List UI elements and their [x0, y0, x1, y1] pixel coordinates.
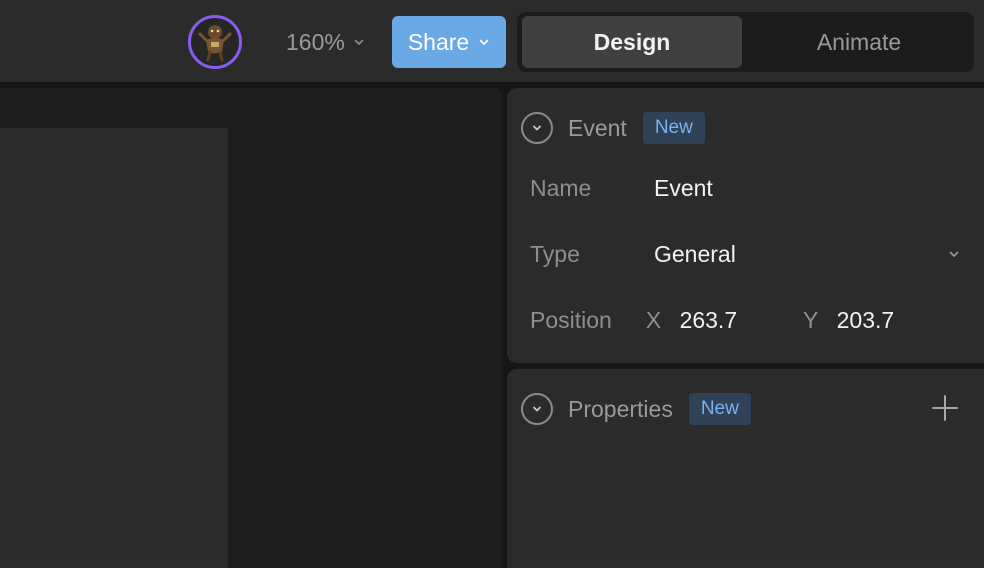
tab-design[interactable]: Design — [522, 16, 742, 68]
name-label: Name — [530, 174, 592, 201]
plus-icon — [932, 395, 958, 421]
event-panel: Event New Name Event Type General Positi… — [507, 88, 984, 363]
properties-panel-header: Properties New — [521, 391, 751, 427]
name-input[interactable]: Event — [654, 175, 713, 202]
canvas-area[interactable] — [0, 88, 502, 568]
position-label: Position — [530, 306, 612, 333]
share-button[interactable]: Share — [392, 16, 506, 68]
event-panel-title: Event — [568, 114, 627, 141]
x-label: X — [645, 306, 662, 333]
tab-animate[interactable]: Animate — [749, 16, 969, 68]
chevron-down-icon — [949, 251, 959, 257]
user-avatar[interactable] — [188, 15, 242, 69]
chevron-down-icon — [354, 39, 364, 45]
chevron-down-icon — [479, 39, 489, 45]
zoom-dropdown[interactable]: 160% — [276, 24, 375, 60]
x-input[interactable]: 263.7 — [680, 307, 803, 334]
top-toolbar: 160% Share Design Animate — [0, 0, 984, 84]
y-label: Y — [802, 306, 819, 333]
chevron-down-icon — [533, 406, 541, 412]
chevron-down-icon — [533, 125, 541, 131]
properties-panel: Properties New — [507, 369, 984, 568]
type-label: Type — [530, 240, 580, 267]
event-collapse-button[interactable] — [521, 112, 553, 144]
zoom-value: 160% — [286, 28, 345, 55]
artboard[interactable] — [0, 128, 228, 568]
add-property-button[interactable] — [930, 393, 960, 423]
position-row: Position X 263.7 Y 203.7 — [530, 300, 960, 340]
mode-switch: Design Animate — [517, 12, 974, 72]
name-row: Name Event — [530, 168, 960, 208]
new-badge: New — [642, 112, 705, 144]
type-select[interactable]: General — [654, 241, 960, 268]
type-value: General — [654, 240, 736, 267]
new-badge: New — [688, 393, 751, 425]
event-panel-header: Event New — [521, 110, 705, 146]
type-row: Type General — [530, 234, 960, 274]
properties-panel-title: Properties — [568, 395, 673, 422]
avatar-figure-icon — [198, 25, 232, 62]
y-input[interactable]: 203.7 — [837, 307, 960, 334]
properties-collapse-button[interactable] — [521, 393, 553, 425]
share-label: Share — [407, 28, 470, 55]
